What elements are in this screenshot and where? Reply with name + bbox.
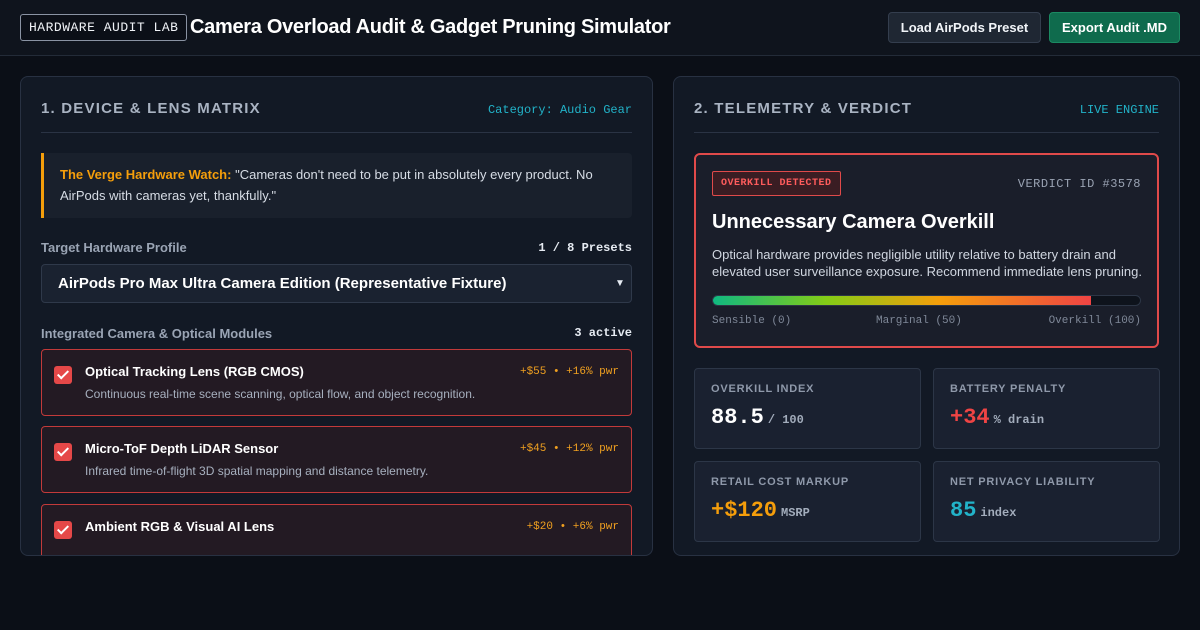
module-card[interactable]: Ambient RGB & Visual AI Lens +$20 • +6% … xyxy=(41,504,632,555)
panel-title: 2. TELEMETRY & VERDICT xyxy=(694,100,913,117)
telemetry-verdict-panel: 2. TELEMETRY & VERDICT LIVE ENGINE OVERK… xyxy=(673,76,1180,556)
target-profile-label: Target Hardware Profile xyxy=(41,240,187,255)
module-description: Continuous real-time scene scanning, opt… xyxy=(85,387,476,401)
panel-title: 1. DEVICE & LENS MATRIX xyxy=(41,100,261,117)
module-card[interactable]: Micro-ToF Depth LiDAR Sensor +$45 • +12%… xyxy=(41,426,632,493)
top-bar: HARDWARE AUDIT LAB Camera Overload Audit… xyxy=(0,0,1200,56)
stat-value: 88.5/ 100 xyxy=(711,405,804,430)
export-audit-button[interactable]: Export Audit .MD xyxy=(1049,12,1180,43)
module-description: Infrared time-of-flight 3D spatial mappi… xyxy=(85,464,429,478)
module-cost: +$45 • +12% pwr xyxy=(519,443,619,455)
preset-count: 1 / 8 Presets xyxy=(538,241,632,255)
modules-active-count: 3 active xyxy=(574,326,632,340)
stat-net-privacy-liability: NET PRIVACY LIABILITY 85 index xyxy=(933,461,1160,542)
verdict-description: Optical hardware provides negligible uti… xyxy=(712,247,1142,279)
stat-overkill-index: OVERKILL INDEX 88.5/ 100 xyxy=(694,368,921,449)
stat-label: RETAIL COST MARKUP xyxy=(711,476,850,488)
module-name: Optical Tracking Lens (RGB CMOS) xyxy=(85,364,304,379)
stat-label: NET PRIVACY LIABILITY xyxy=(950,476,1096,488)
chevron-down-icon: ▼ xyxy=(615,278,625,289)
gauge-label-overkill: Overkill (100) xyxy=(1048,315,1141,327)
module-cost: +$55 • +16% pwr xyxy=(519,366,619,378)
app-title: Camera Overload Audit & Gadget Pruning S… xyxy=(190,16,671,38)
hardware-watch-quote: The Verge Hardware Watch: "Cameras don't… xyxy=(41,153,632,218)
quote-source: The Verge Hardware Watch: xyxy=(60,167,232,182)
overkill-badge: OVERKILL DETECTED xyxy=(712,171,841,196)
load-preset-button[interactable]: Load AirPods Preset xyxy=(888,12,1041,43)
module-name: Ambient RGB & Visual AI Lens xyxy=(85,519,275,534)
gauge-label-marginal: Marginal (50) xyxy=(876,315,962,327)
verdict-id: VERDICT ID #3578 xyxy=(1017,177,1141,191)
panel-header: 1. DEVICE & LENS MATRIX Category: Audio … xyxy=(41,77,632,133)
module-card[interactable]: Optical Tracking Lens (RGB CMOS) +$55 • … xyxy=(41,349,632,416)
module-cost: +$20 • +6% pwr xyxy=(526,521,619,533)
module-checkbox[interactable] xyxy=(54,366,72,384)
module-checkbox[interactable] xyxy=(54,521,72,539)
overkill-gauge xyxy=(712,295,1141,306)
gauge-label-sensible: Sensible (0) xyxy=(712,315,792,327)
panel-header: 2. TELEMETRY & VERDICT LIVE ENGINE xyxy=(694,77,1159,133)
brand-badge: HARDWARE AUDIT LAB xyxy=(20,14,188,41)
stat-battery-penalty: BATTERY PENALTY +34% drain xyxy=(933,368,1160,449)
stat-retail-cost-markup: RETAIL COST MARKUP +$120 MSRP xyxy=(694,461,921,542)
stat-value: +$120 MSRP xyxy=(711,498,810,523)
stat-label: BATTERY PENALTY xyxy=(950,383,1067,395)
stat-label: OVERKILL INDEX xyxy=(711,383,815,395)
verdict-title: Unnecessary Camera Overkill xyxy=(712,211,995,233)
category-label: Category: Audio Gear xyxy=(487,103,632,117)
selected-profile: AirPods Pro Max Ultra Camera Edition (Re… xyxy=(58,275,507,292)
module-checkbox[interactable] xyxy=(54,443,72,461)
modules-label: Integrated Camera & Optical Modules xyxy=(41,326,273,341)
module-name: Micro-ToF Depth LiDAR Sensor xyxy=(85,441,279,456)
gauge-fill xyxy=(713,296,1091,305)
target-profile-select[interactable]: AirPods Pro Max Ultra Camera Edition (Re… xyxy=(41,264,632,303)
stat-value: +34% drain xyxy=(950,405,1045,430)
live-engine-status: LIVE ENGINE xyxy=(1079,103,1159,117)
device-lens-matrix-panel: 1. DEVICE & LENS MATRIX Category: Audio … xyxy=(20,76,653,556)
stat-value: 85 index xyxy=(950,498,1017,523)
verdict-card: OVERKILL DETECTED VERDICT ID #3578 Unnec… xyxy=(694,153,1159,348)
